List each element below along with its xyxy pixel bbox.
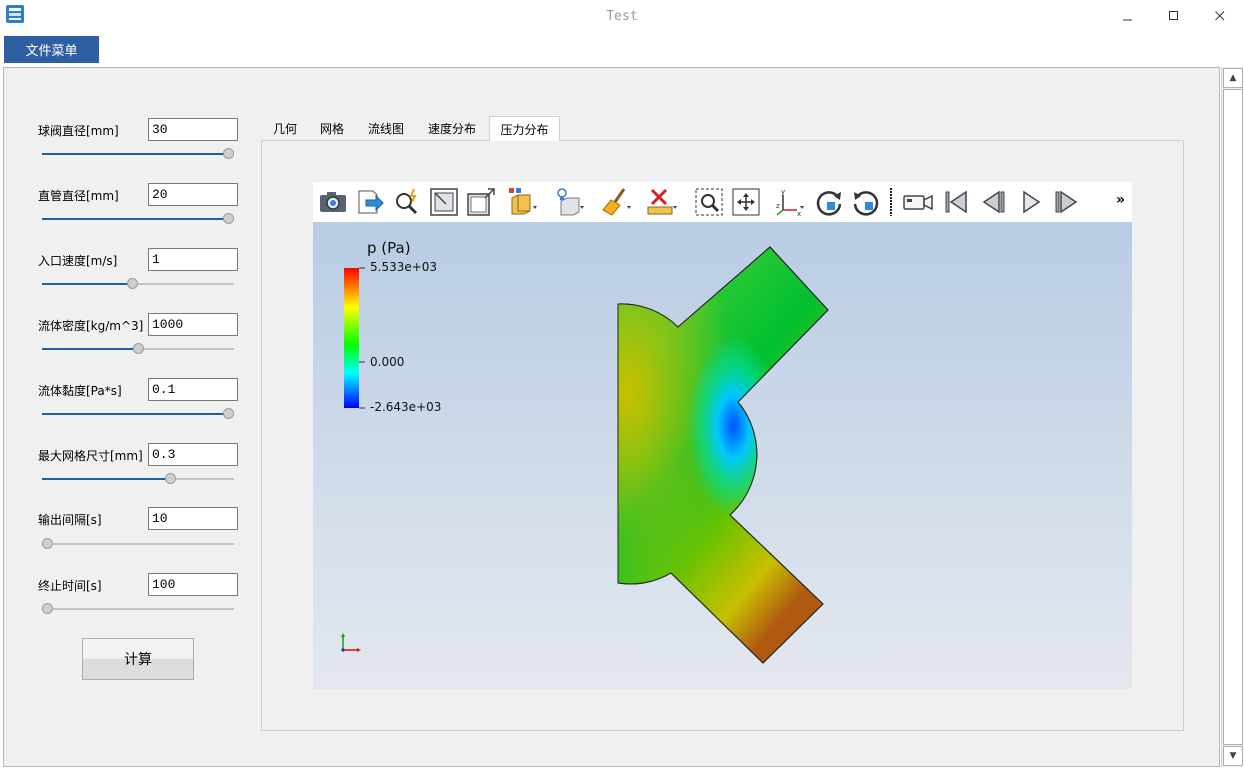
- rotate-ccw-icon[interactable]: [850, 186, 882, 218]
- first-frame-icon[interactable]: [940, 186, 972, 218]
- zoom-magic-icon[interactable]: [391, 186, 423, 218]
- previous-frame-icon[interactable]: [977, 186, 1009, 218]
- lighting-icon[interactable]: [553, 186, 585, 218]
- legend-mid-label: 0.000: [370, 355, 405, 369]
- max-mesh-size-input[interactable]: 0.3: [148, 443, 238, 466]
- tab-pressure[interactable]: 压力分布: [489, 116, 560, 141]
- slider-handle[interactable]: [42, 603, 53, 614]
- maximize-icon: [1169, 11, 1178, 20]
- svg-text:z: z: [776, 202, 780, 210]
- fluid-density-slider[interactable]: [42, 343, 234, 355]
- param-label-valve-diameter: 球阀直径[mm]: [38, 124, 119, 138]
- slider-handle[interactable]: [223, 408, 234, 419]
- valve-diameter-slider[interactable]: [42, 148, 234, 160]
- vertical-scrollbar[interactable]: ▲ ▼: [1221, 67, 1243, 767]
- zoom-box-icon[interactable]: [693, 186, 725, 218]
- param-label-inlet-velocity: 入口速度[m/s]: [38, 254, 118, 268]
- slider-handle[interactable]: [223, 213, 234, 224]
- viewer-toolbar: y z x »: [313, 182, 1132, 222]
- output-interval-input[interactable]: 10: [148, 507, 238, 530]
- toolbar-separator: [890, 188, 892, 216]
- max-mesh-size-slider[interactable]: [42, 473, 234, 485]
- end-time-input[interactable]: 100: [148, 573, 238, 596]
- tab-velocity[interactable]: 速度分布: [420, 116, 484, 140]
- next-frame-icon[interactable]: [1051, 186, 1083, 218]
- minimize-button[interactable]: [1105, 0, 1151, 32]
- scroll-up-icon[interactable]: ▲: [1223, 68, 1243, 88]
- svg-text:x: x: [797, 210, 801, 218]
- clear-broom-icon[interactable]: [600, 186, 632, 218]
- play-icon[interactable]: [1014, 186, 1046, 218]
- param-label-max-mesh-size: 最大网格尺寸[mm]: [38, 449, 143, 463]
- param-label-fluid-density: 流体密度[kg/m^3]: [38, 319, 144, 333]
- output-interval-slider[interactable]: [42, 538, 234, 550]
- pipe-diameter-slider[interactable]: [42, 213, 234, 225]
- inlet-velocity-input[interactable]: 1: [148, 248, 238, 271]
- fit-view-icon[interactable]: [428, 186, 460, 218]
- close-button[interactable]: [1197, 0, 1243, 32]
- slider-handle[interactable]: [223, 148, 234, 159]
- fluid-density-input[interactable]: 1000: [148, 313, 238, 336]
- screenshot-camera-icon[interactable]: [317, 186, 349, 218]
- axes-icon[interactable]: y z x: [773, 186, 805, 218]
- legend-min-label: -2.643e+03: [370, 400, 442, 414]
- tab-geometry[interactable]: 几何: [265, 116, 305, 140]
- param-label-end-time: 终止时间[s]: [38, 579, 102, 593]
- display-mode-icon[interactable]: [506, 186, 538, 218]
- param-label-output-interval: 输出间隔[s]: [38, 513, 102, 527]
- compute-button[interactable]: 计算: [82, 638, 194, 680]
- slider-handle[interactable]: [133, 343, 145, 354]
- ruler-measure-icon[interactable]: [646, 186, 678, 218]
- export-icon[interactable]: [354, 186, 386, 218]
- valve-diameter-input[interactable]: 30: [148, 118, 238, 141]
- color-bar: [344, 267, 365, 409]
- orientation-axes-icon: [341, 633, 361, 652]
- render-area[interactable]: p (Pa) 5.533e+03 0.000 -2.643e+03: [313, 222, 1132, 689]
- param-label-fluid-viscosity: 流体黏度[Pa*s]: [38, 384, 122, 398]
- slider-handle[interactable]: [42, 538, 53, 549]
- pipe-diameter-input[interactable]: 20: [148, 183, 238, 206]
- 3d-viewer: y z x » p (Pa) 5.533e+03 0.000 -2.643e+0…: [313, 182, 1132, 689]
- svg-text:y: y: [781, 188, 785, 196]
- scroll-thumb[interactable]: [1223, 89, 1243, 745]
- slider-handle[interactable]: [165, 473, 177, 484]
- scroll-down-icon[interactable]: ▼: [1223, 746, 1243, 766]
- param-label-pipe-diameter: 直管直径[mm]: [38, 189, 119, 203]
- pressure-field-geometry: [617, 246, 829, 664]
- inlet-velocity-slider[interactable]: [42, 278, 234, 290]
- video-camera-icon[interactable]: [902, 186, 934, 218]
- tab-mesh[interactable]: 网格: [312, 116, 352, 140]
- fluid-viscosity-slider[interactable]: [42, 408, 234, 420]
- minimize-icon: [1123, 19, 1132, 21]
- window-title: Test: [606, 9, 638, 24]
- tab-streamlines[interactable]: 流线图: [360, 116, 412, 140]
- rotate-cw-icon[interactable]: [813, 186, 845, 218]
- maximize-button[interactable]: [1151, 0, 1197, 32]
- close-icon: [1215, 11, 1225, 21]
- end-time-slider[interactable]: [42, 603, 234, 615]
- slider-handle[interactable]: [127, 278, 139, 289]
- legend-title: p (Pa): [367, 239, 411, 257]
- maximize-view-icon[interactable]: [465, 186, 497, 218]
- fluid-viscosity-input[interactable]: 0.1: [148, 378, 238, 401]
- title-bar: Test: [0, 0, 1244, 34]
- file-menu-button[interactable]: 文件菜单: [4, 36, 99, 63]
- toolbar-overflow-button[interactable]: »: [1116, 192, 1125, 208]
- legend-max-label: 5.533e+03: [370, 260, 438, 274]
- pan-icon[interactable]: [730, 186, 762, 218]
